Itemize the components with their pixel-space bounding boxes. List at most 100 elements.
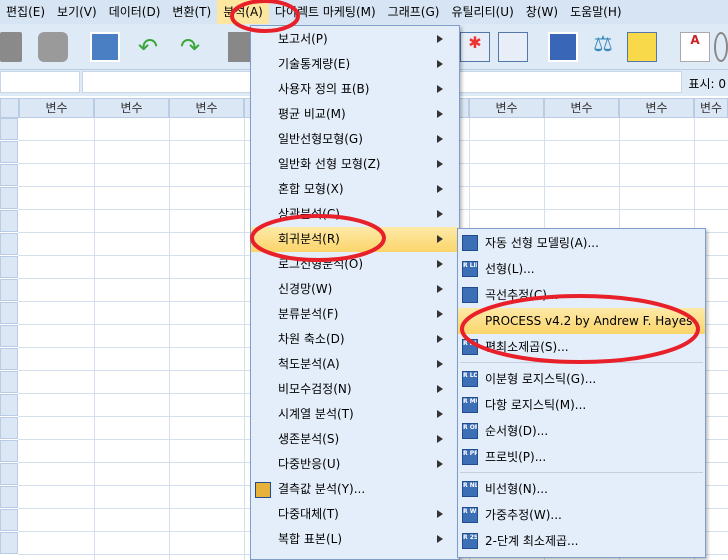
- variables-icon[interactable]: [498, 32, 528, 62]
- menu-item-label: 가중추정(W)...: [485, 508, 562, 522]
- regression-item-9[interactable]: 비선형(N)... R NLR: [458, 476, 705, 502]
- column-header[interactable]: 변수: [19, 98, 94, 118]
- row-header[interactable]: [0, 164, 18, 186]
- menu-item-label: 편최소제곱(S)...: [485, 340, 569, 354]
- row-header[interactable]: [0, 532, 18, 554]
- analyze-item-16[interactable]: 생존분석(S): [251, 427, 459, 452]
- menu-bar: 편집(E) 보기(V) 데이터(D) 변환(T) 분석(A) 다이렉트 마케팅(M) 그래프…: [0, 0, 728, 24]
- regression-item-8[interactable]: 프로빗(P)... R PROB: [458, 444, 705, 470]
- analyze-item-3[interactable]: 평균 비교(M): [251, 102, 459, 127]
- menu-item-label: 차원 축소(D): [278, 332, 345, 346]
- column-header[interactable]: 변수: [544, 98, 619, 118]
- row-header[interactable]: [0, 440, 18, 462]
- submenu-arrow-icon: [437, 60, 443, 68]
- undo-icon[interactable]: ↶: [138, 32, 168, 62]
- submenu-arrow-icon: [437, 110, 443, 118]
- row-header[interactable]: [0, 417, 18, 439]
- submenu-arrow-icon: [437, 510, 443, 518]
- analyze-item-7[interactable]: 상관분석(C): [251, 202, 459, 227]
- redo-icon[interactable]: ↷: [180, 32, 210, 62]
- column-header[interactable]: 변수: [694, 98, 728, 118]
- menu-item-label: 분류분석(F): [278, 307, 339, 321]
- analyze-item-18[interactable]: 결측값 분석(Y)...: [251, 477, 459, 502]
- select-cases-icon[interactable]: [627, 32, 657, 62]
- analyze-item-19[interactable]: 다중대체(T): [251, 502, 459, 527]
- column-header[interactable]: 변수: [619, 98, 694, 118]
- row-header[interactable]: [0, 187, 18, 209]
- analyze-item-2[interactable]: 사용자 정의 표(B): [251, 77, 459, 102]
- menu-2[interactable]: 데이터(D): [103, 0, 167, 24]
- value-labels-icon[interactable]: A: [680, 32, 710, 62]
- row-header[interactable]: [0, 279, 18, 301]
- analyze-item-20[interactable]: 복합 표본(L): [251, 527, 459, 552]
- analyze-item-15[interactable]: 시계열 분석(T): [251, 402, 459, 427]
- menu-0[interactable]: 편집(E): [0, 0, 51, 24]
- regression-item-10[interactable]: 가중추정(W)... R WLS: [458, 502, 705, 528]
- menu-5[interactable]: 다이렉트 마케팅(M): [269, 0, 382, 24]
- row-header[interactable]: [0, 348, 18, 370]
- regression-item-0[interactable]: 자동 선형 모델링(A)...: [458, 230, 705, 256]
- multinomial-icon: R MULT: [462, 397, 478, 413]
- weight-cases-icon[interactable]: ⚖: [588, 32, 618, 62]
- analyze-item-1[interactable]: 기술통계량(E): [251, 52, 459, 77]
- menu-7[interactable]: 유틸리티(U): [445, 0, 519, 24]
- row-header[interactable]: [0, 509, 18, 531]
- column-header[interactable]: 변수: [94, 98, 169, 118]
- menu-item-label: 선형(L)...: [485, 262, 535, 276]
- row-header[interactable]: [0, 394, 18, 416]
- regression-submenu: 자동 선형 모델링(A)... 선형(L)... R LIN 곡선추정(C)... PR…: [457, 228, 706, 558]
- menu-item-label: 순서형(D)...: [485, 424, 549, 438]
- submenu-arrow-icon: [437, 35, 443, 43]
- save-icon[interactable]: [0, 32, 22, 62]
- wls-icon: R WLS: [462, 507, 478, 523]
- row-header[interactable]: [0, 371, 18, 393]
- row-header[interactable]: [0, 118, 18, 140]
- row-header[interactable]: [0, 325, 18, 347]
- analyze-item-0[interactable]: 보고서(P): [251, 27, 459, 52]
- menu-4[interactable]: 분석(A): [217, 0, 269, 24]
- analyze-item-9[interactable]: 로그선형분석(O): [251, 252, 459, 277]
- analyze-item-5[interactable]: 일반화 선형 모형(Z): [251, 152, 459, 177]
- regression-item-7[interactable]: 순서형(D)... R ORD: [458, 418, 705, 444]
- row-header[interactable]: [0, 302, 18, 324]
- row-header[interactable]: [0, 141, 18, 163]
- menu-8[interactable]: 창(W): [520, 0, 564, 24]
- menu-6[interactable]: 그래프(G): [382, 0, 446, 24]
- regression-item-1[interactable]: 선형(L)... R LIN: [458, 256, 705, 282]
- menu-9[interactable]: 도움말(H): [564, 0, 628, 24]
- regression-item-6[interactable]: 다항 로지스틱(M)... R MULT: [458, 392, 705, 418]
- column-header[interactable]: 변수: [169, 98, 244, 118]
- print-icon[interactable]: [38, 32, 68, 62]
- delete-variable-icon[interactable]: ✱: [460, 32, 490, 62]
- menu-item-label: 곡선추정(C)...: [485, 288, 559, 302]
- search-icon[interactable]: [714, 32, 728, 62]
- pls-icon: R PLS: [462, 339, 478, 355]
- analyze-item-14[interactable]: 비모수검정(N): [251, 377, 459, 402]
- analyze-item-4[interactable]: 일반선형모형(G): [251, 127, 459, 152]
- analyze-item-10[interactable]: 신경망(W): [251, 277, 459, 302]
- regression-item-5[interactable]: 이분형 로지스틱(G)... R LOG: [458, 366, 705, 392]
- row-header[interactable]: [0, 463, 18, 485]
- row-header[interactable]: [0, 256, 18, 278]
- menu-1[interactable]: 보기(V): [51, 0, 103, 24]
- analyze-item-6[interactable]: 혼합 모형(X): [251, 177, 459, 202]
- analyze-item-13[interactable]: 척도분석(A): [251, 352, 459, 377]
- menu-3[interactable]: 변환(T): [166, 0, 217, 24]
- row-header[interactable]: [0, 486, 18, 508]
- cell-name-field[interactable]: [0, 71, 80, 93]
- analyze-item-12[interactable]: 차원 축소(D): [251, 327, 459, 352]
- regression-item-2[interactable]: 곡선추정(C)...: [458, 282, 705, 308]
- row-header[interactable]: [0, 210, 18, 232]
- recall-dialog-icon[interactable]: [90, 32, 120, 62]
- analyze-item-11[interactable]: 분류분석(F): [251, 302, 459, 327]
- analyze-item-8[interactable]: 회귀분석(R): [251, 227, 459, 252]
- analyze-item-17[interactable]: 다중반응(U): [251, 452, 459, 477]
- row-header[interactable]: [0, 233, 18, 255]
- menu-item-label: 복합 표본(L): [278, 532, 343, 546]
- split-file-icon[interactable]: [548, 32, 578, 62]
- column-header[interactable]: 변수: [469, 98, 544, 118]
- menu-item-label: 시계열 분석(T): [278, 407, 354, 421]
- regression-item-11[interactable]: 2-단계 최소제곱... R 2SLS: [458, 528, 705, 554]
- regression-item-3[interactable]: PROCESS v4.2 by Andrew F. Hayes: [458, 308, 705, 334]
- regression-item-4[interactable]: 편최소제곱(S)... R PLS: [458, 334, 705, 360]
